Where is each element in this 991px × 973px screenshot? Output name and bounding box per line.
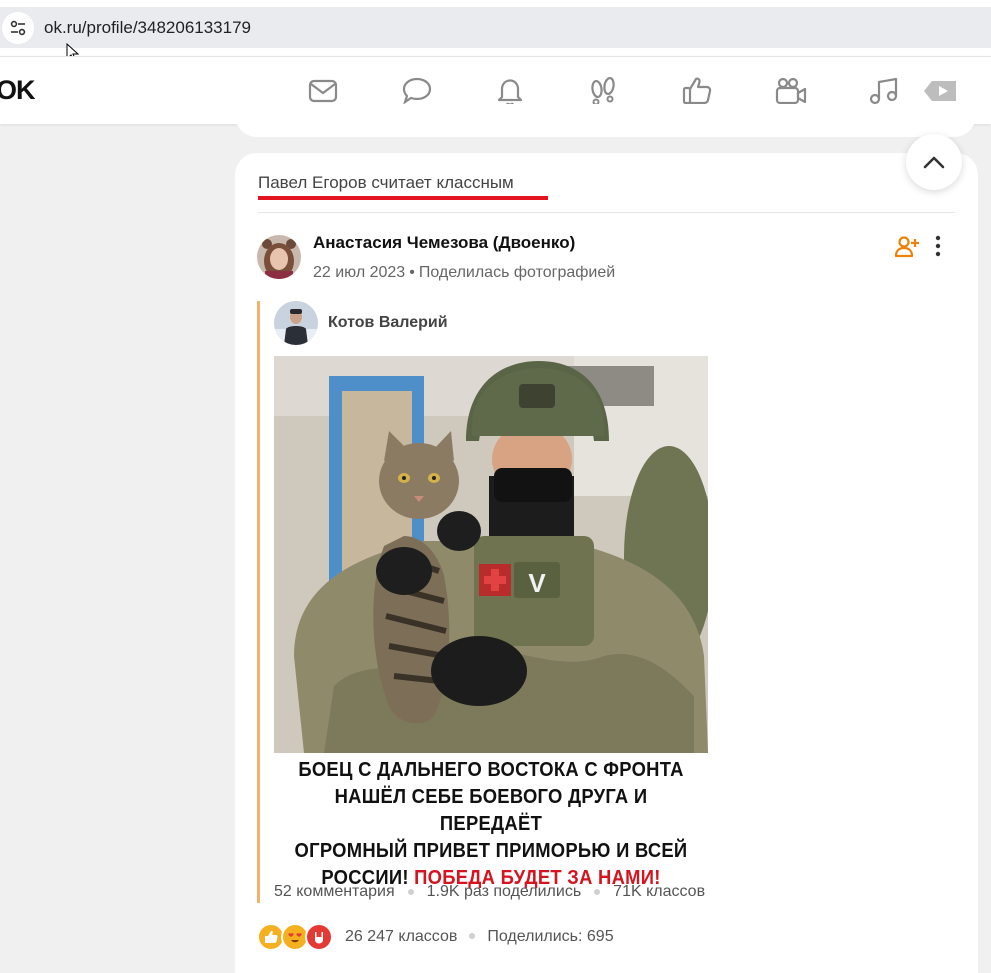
chevron-up-icon — [923, 156, 945, 169]
photo-caption: БОЕЦ С ДАЛЬНЕГО ВОСТОКА С ФРОНТА НАШЁЛ С… — [291, 753, 691, 889]
post-meta: 22 июл 2023 • Поделилась фотографией — [313, 264, 615, 282]
caption-line-1: БОЕЦ С ДАЛЬНЕГО ВОСТОКА С ФРОНТА — [298, 759, 684, 781]
address-bar[interactable]: ok.ru/profile/348206133179 — [0, 7, 991, 48]
discussions-icon[interactable] — [400, 74, 434, 108]
meta-dot: • — [409, 264, 415, 281]
uniform-patch-letter: V — [528, 568, 546, 598]
more-options-icon[interactable] — [930, 233, 946, 261]
messages-icon[interactable] — [306, 74, 340, 108]
caption-line-2: НАШЁЛ СЕБЕ БОЕВОГО ДРУГА И ПЕРЕДАЁТ — [334, 786, 648, 835]
shares-count[interactable]: 1.9K раз поделились — [427, 883, 582, 901]
music-icon[interactable] — [867, 74, 901, 108]
likes-count[interactable]: 71K классов — [613, 883, 705, 901]
scroll-to-top-button[interactable] — [906, 134, 962, 190]
feed-post-card: Павел Егоров считает классным Анастасия … — [235, 153, 978, 973]
reactions-summary: 26 247 классов Поделились: 695 — [345, 928, 614, 946]
add-friend-icon[interactable] — [894, 234, 920, 260]
post-photo[interactable]: V — [274, 356, 708, 753]
previous-post-card — [235, 104, 976, 137]
stats-separator — [594, 889, 601, 895]
shared-count[interactable]: Поделились: 695 — [487, 928, 613, 945]
more-video-icon[interactable] — [922, 74, 958, 108]
reactions-separator — [469, 932, 476, 939]
repost-stats: 52 комментария 1.9K раз поделились 71K к… — [274, 883, 705, 901]
url-text[interactable]: ok.ru/profile/348206133179 — [44, 18, 251, 38]
notifications-icon[interactable] — [493, 74, 527, 108]
rock-hand-reaction-icon[interactable] — [305, 923, 333, 951]
post-reactions: 26 247 классов Поделились: 695 — [257, 923, 614, 951]
ok-logo[interactable]: OK — [0, 75, 35, 106]
feed-activity-header[interactable]: Павел Егоров считает классным — [258, 173, 514, 193]
repost-author-name[interactable]: Котов Валерий — [328, 314, 448, 332]
post-date[interactable]: 22 июл 2023 — [313, 264, 405, 281]
video-icon[interactable] — [774, 74, 808, 108]
browser-address-area: ok.ru/profile/348206133179 — [0, 0, 991, 56]
post-action: Поделилась фотографией — [418, 264, 616, 281]
events-like-icon[interactable] — [680, 74, 714, 108]
author-avatar[interactable] — [257, 235, 301, 279]
header-divider — [258, 212, 955, 213]
comments-count[interactable]: 52 комментария — [274, 883, 395, 901]
caption-line-3: ОГРОМНЫЙ ПРИВЕТ ПРИМОРЬЮ И ВСЕЙ — [294, 840, 688, 862]
repost-accent-bar — [257, 301, 260, 903]
repost-author-avatar[interactable] — [274, 301, 318, 345]
header-red-underline — [258, 196, 548, 200]
post-author-name[interactable]: Анастасия Чемезова (Двоенко) — [313, 233, 575, 253]
guests-icon[interactable] — [586, 74, 620, 108]
reactions-count[interactable]: 26 247 классов — [345, 928, 457, 945]
stats-separator — [407, 889, 414, 895]
site-settings-icon[interactable] — [2, 11, 34, 44]
